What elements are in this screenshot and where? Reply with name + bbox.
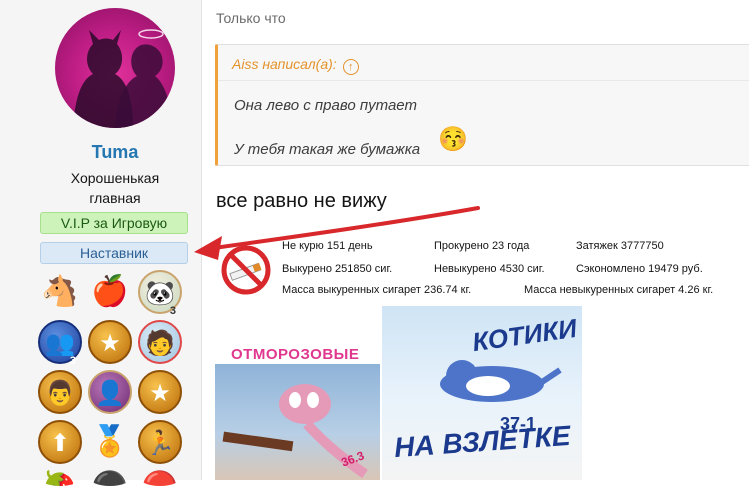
left-gutter bbox=[0, 0, 28, 480]
quote-block: Aiss написал(а): ↑ Она лево с право путае… bbox=[215, 44, 749, 166]
avatar[interactable] bbox=[55, 8, 175, 128]
username[interactable]: Tuma bbox=[28, 142, 202, 163]
stat-item: Масса выкуренных сигарет 236.74 кг. bbox=[282, 284, 472, 296]
mentor-banner: Наставник bbox=[40, 242, 188, 264]
character-award-icon[interactable]: 🧑 bbox=[138, 320, 182, 364]
pink-panther-image[interactable]: ОТМОРОЗОВЫЕ 36.3 bbox=[215, 340, 380, 480]
rank-star-award-icon[interactable]: ★ bbox=[138, 370, 182, 414]
stat-item: Масса невыкуренных сигарет 4.26 кг. bbox=[524, 284, 714, 296]
quote-author[interactable]: Aiss написал(а): bbox=[232, 56, 337, 72]
chef-award-icon[interactable]: 👨 bbox=[38, 370, 82, 414]
user-title: Хорошенькая главная bbox=[70, 170, 160, 206]
flying-cat-illustration bbox=[440, 360, 562, 402]
post-text: все равно не вижу bbox=[216, 190, 387, 212]
kissing-smiley-icon: 😚 bbox=[438, 126, 468, 153]
silhouette-award-icon[interactable]: 👤 bbox=[88, 370, 132, 414]
up-arrow-award-icon[interactable]: ⬆ bbox=[38, 420, 82, 464]
quote-line: Она лево с право путает bbox=[234, 97, 417, 114]
dark-award-icon[interactable]: ⚫ bbox=[88, 466, 132, 486]
post-timestamp[interactable]: Только что bbox=[216, 10, 286, 26]
mascot-award-icon[interactable]: 🐼 3 bbox=[138, 270, 182, 317]
medal-award-icon[interactable]: 🏅 bbox=[88, 420, 132, 464]
red-award-icon[interactable]: 🔴 bbox=[138, 466, 182, 486]
cats-magazine-image[interactable]: КОТИКИ 37-1 НА ВЗЛЁТКЕ bbox=[382, 306, 582, 480]
stars-award-icon[interactable]: ★ bbox=[88, 320, 132, 364]
quote-header[interactable]: Aiss написал(а): ↑ bbox=[218, 45, 749, 81]
no-smoking-icon bbox=[221, 245, 271, 295]
user-panel: Tuma Хорошенькая главная V.I.P за Игрову… bbox=[28, 0, 202, 486]
stat-item: Выкурено 251850 сиг. bbox=[282, 263, 393, 275]
go-to-quote-icon[interactable]: ↑ bbox=[342, 59, 359, 75]
horse-award-icon[interactable]: 🐴 bbox=[38, 270, 82, 314]
quote-line: У тебя такая же бумажка bbox=[234, 141, 421, 158]
vip-banner: V.I.P за Игровую bbox=[40, 212, 188, 234]
stat-item: Прокурено 23 года bbox=[434, 240, 530, 252]
pink-image-scene: 36.3 bbox=[215, 364, 380, 480]
stat-item: Не курю 151 день bbox=[282, 240, 373, 252]
pink-image-caption: ОТМОРОЗОВЫЕ bbox=[231, 346, 360, 363]
cat-image-subtitle: НА ВЗЛЁТКЕ bbox=[393, 419, 572, 464]
group-award-icon[interactable]: 👥 3 bbox=[38, 320, 82, 367]
post-content: Только что Aiss написал(а): ↑ Она лево с … bbox=[202, 0, 749, 480]
strawberry-award-icon[interactable]: 🍓 bbox=[38, 466, 82, 486]
stat-item: Затяжек 3777750 bbox=[576, 240, 664, 252]
apple-award-icon[interactable]: 🍎 bbox=[88, 270, 132, 314]
runner-award-icon[interactable]: 🏃 bbox=[138, 420, 182, 464]
stat-item: Сэкономлено 19479 руб. bbox=[576, 263, 703, 275]
avatar-silhouettes bbox=[73, 29, 171, 128]
stat-item: Невыкурено 4530 сиг. bbox=[434, 263, 545, 275]
